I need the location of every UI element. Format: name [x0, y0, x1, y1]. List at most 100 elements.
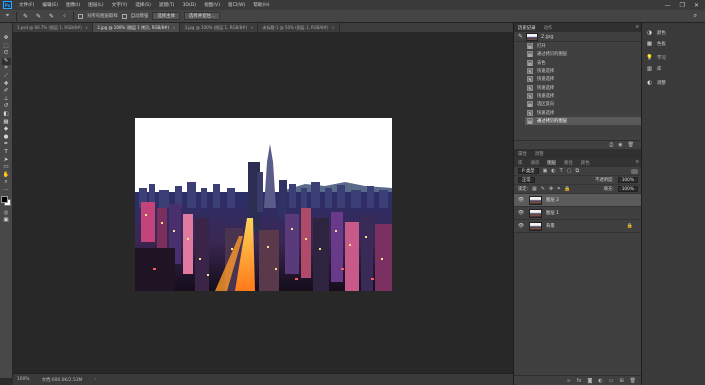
path-selection-tool-icon[interactable]: ➤	[2, 157, 11, 165]
history-brush-icon[interactable]: ✎	[518, 33, 523, 40]
tab-color[interactable]: 颜色	[581, 160, 590, 166]
quick-selection-tool-icon[interactable]: ✎	[1, 57, 11, 66]
menu-layer[interactable]: 图层(L)	[84, 2, 107, 8]
document-tab[interactable]: 1.psd @ 66.7% (图层 1, RGB/8#) ×	[13, 23, 94, 32]
history-item[interactable]: ▤ 通过拷贝的图层	[527, 50, 642, 58]
menu-help[interactable]: 帮助(H)	[249, 2, 273, 8]
group-icon[interactable]: ▭	[609, 378, 614, 384]
move-tool-icon[interactable]: ✥	[2, 35, 11, 43]
visibility-eye-icon[interactable]: 👁	[517, 210, 525, 216]
canvas-area[interactable]	[13, 32, 513, 373]
tab-libraries[interactable]: 库	[518, 160, 522, 166]
adjustments-panel-button[interactable]: ◐ 调整	[646, 79, 705, 87]
type-filter-icon[interactable]: T	[560, 168, 563, 174]
gradient-tool-icon[interactable]: ▦	[2, 119, 11, 127]
blur-tool-icon[interactable]: ◆	[2, 126, 11, 134]
menu-view[interactable]: 视图(V)	[200, 2, 224, 8]
quick-selection-tool-icon[interactable]: ⌖	[3, 12, 12, 21]
rectangle-tool-icon[interactable]: ▭	[2, 164, 11, 172]
tab-actions[interactable]: 动作	[544, 25, 553, 31]
menu-window[interactable]: 窗口(W)	[224, 2, 249, 8]
camera-icon[interactable]: ◉	[618, 142, 622, 148]
libraries-panel-button[interactable]: ▥ 库	[646, 65, 705, 73]
tab-adjustments[interactable]: 调整	[535, 151, 544, 157]
lock-image-icon[interactable]: ✎	[541, 186, 545, 192]
lasso-tool-icon[interactable]: ᕮ	[2, 50, 11, 58]
menu-select[interactable]: 选择(S)	[131, 2, 155, 8]
adjustment-filter-icon[interactable]: ◐	[551, 168, 555, 174]
filter-toggle[interactable]	[631, 168, 638, 174]
history-item[interactable]: ▤ 去色	[527, 59, 642, 67]
color-swatches[interactable]	[0, 196, 12, 207]
link-icon[interactable]: ∞	[567, 378, 571, 384]
panel-menu-icon[interactable]: ≡	[635, 160, 639, 165]
layer-name[interactable]: 背景	[546, 223, 555, 229]
lock-transparent-icon[interactable]: ▦	[532, 186, 537, 192]
tab-paths[interactable]: 路径	[564, 160, 573, 166]
select-and-mask-button[interactable]: 选择并遮住...	[183, 12, 221, 20]
opacity-field[interactable]: 100%	[617, 177, 638, 183]
fill-field[interactable]: 100%	[617, 186, 638, 192]
eyedropper-tool-icon[interactable]: ⟋	[2, 73, 11, 81]
mask-icon[interactable]: ◙	[587, 378, 592, 384]
select-subject-button[interactable]: 选择主体	[152, 12, 180, 20]
search-icon[interactable]: ⌕	[694, 12, 697, 20]
history-item[interactable]: ▤ 选区反向	[527, 100, 642, 108]
trash-icon[interactable]: 🗑	[628, 142, 634, 148]
close-icon[interactable]: ×	[331, 25, 334, 30]
menu-edit[interactable]: 编辑(E)	[38, 2, 62, 8]
tab-properties[interactable]: 属性	[518, 151, 527, 157]
menu-image[interactable]: 图像(I)	[62, 2, 84, 8]
city-skyline-image[interactable]	[135, 118, 392, 291]
history-snapshot[interactable]: ✎ 2.jpg	[514, 32, 642, 42]
menu-type[interactable]: 文字(Y)	[108, 2, 132, 8]
minimize-button[interactable]: —	[665, 2, 671, 9]
status-menu-arrow-icon[interactable]: ›	[94, 377, 96, 382]
visibility-eye-icon[interactable]: 👁	[517, 197, 525, 203]
adjustment-icon[interactable]: ◐	[598, 378, 602, 384]
history-item[interactable]: ✎ 快速选择	[527, 92, 642, 100]
tab-channels[interactable]: 通道	[530, 160, 539, 166]
swatches-panel-button[interactable]: ▦ 色板	[646, 40, 705, 48]
history-brush-tool-icon[interactable]: ↺	[2, 103, 11, 111]
brush-tool-icon[interactable]: ✐	[2, 88, 11, 96]
quick-mask-icon[interactable]: ◎	[2, 209, 11, 217]
document-tab-active[interactable]: 2.jpg @ 100% (图层 1 拷贝, RGB/8#) ×	[93, 23, 181, 32]
history-item-active[interactable]: ▤ 通过拷贝的图层	[525, 116, 642, 125]
more-tools-icon[interactable]: ⋯	[2, 187, 11, 195]
close-icon[interactable]: ×	[172, 25, 175, 30]
history-item[interactable]: ✎ 快速选择	[527, 108, 642, 116]
blend-mode-dropdown[interactable]: 正常	[518, 177, 535, 183]
sample-all-layers-checkbox[interactable]	[78, 13, 83, 19]
tab-history[interactable]: 历史记录	[518, 25, 536, 31]
subtract-selection-icon[interactable]: ✎	[47, 12, 56, 21]
layer-row[interactable]: 👁 背景 🔒	[514, 220, 642, 233]
new-selection-icon[interactable]: ✎	[21, 12, 30, 21]
learn-panel-button[interactable]: 💡 学习	[646, 54, 705, 62]
lock-artboard-icon[interactable]: ⌗	[557, 186, 560, 192]
foreground-color-swatch[interactable]	[0, 196, 8, 204]
history-item[interactable]: ✎ 快速选择	[527, 67, 642, 75]
zoom-level[interactable]: 100%	[17, 377, 30, 382]
eraser-tool-icon[interactable]: ◧	[2, 111, 11, 119]
smart-object-filter-icon[interactable]: ⧉	[575, 168, 579, 174]
layer-name[interactable]: 图层 2	[546, 197, 559, 203]
history-item[interactable]: ✎ 快速选择	[527, 75, 642, 83]
hand-tool-icon[interactable]: ✋	[2, 172, 11, 180]
layer-filter-dropdown[interactable]: P 类型	[518, 168, 539, 174]
pen-tool-icon[interactable]: ✒	[2, 141, 11, 149]
healing-brush-tool-icon[interactable]: ✚	[2, 81, 11, 89]
menu-filter[interactable]: 滤镜(T)	[155, 2, 179, 8]
dodge-tool-icon[interactable]: ●	[2, 134, 11, 142]
menu-3d[interactable]: 3D(D)	[178, 3, 200, 8]
history-item[interactable]: ✎ 快速选择	[527, 83, 642, 91]
color-panel-button[interactable]: ◑ 颜色	[646, 29, 705, 37]
lock-all-icon[interactable]: 🔒	[564, 186, 570, 192]
zoom-tool-icon[interactable]: ⌕	[2, 179, 11, 187]
panel-menu-icon[interactable]: ≡	[635, 25, 639, 30]
new-document-from-state-icon[interactable]: ⎙	[609, 142, 613, 148]
document-tab[interactable]: 未标题-1 @ 50% (图层 1, RGB/8#) ×	[258, 23, 340, 32]
layer-name[interactable]: 图层 1	[546, 210, 559, 216]
layer-row[interactable]: 👁 图层 1	[514, 207, 642, 220]
fx-icon[interactable]: fx	[577, 378, 582, 384]
